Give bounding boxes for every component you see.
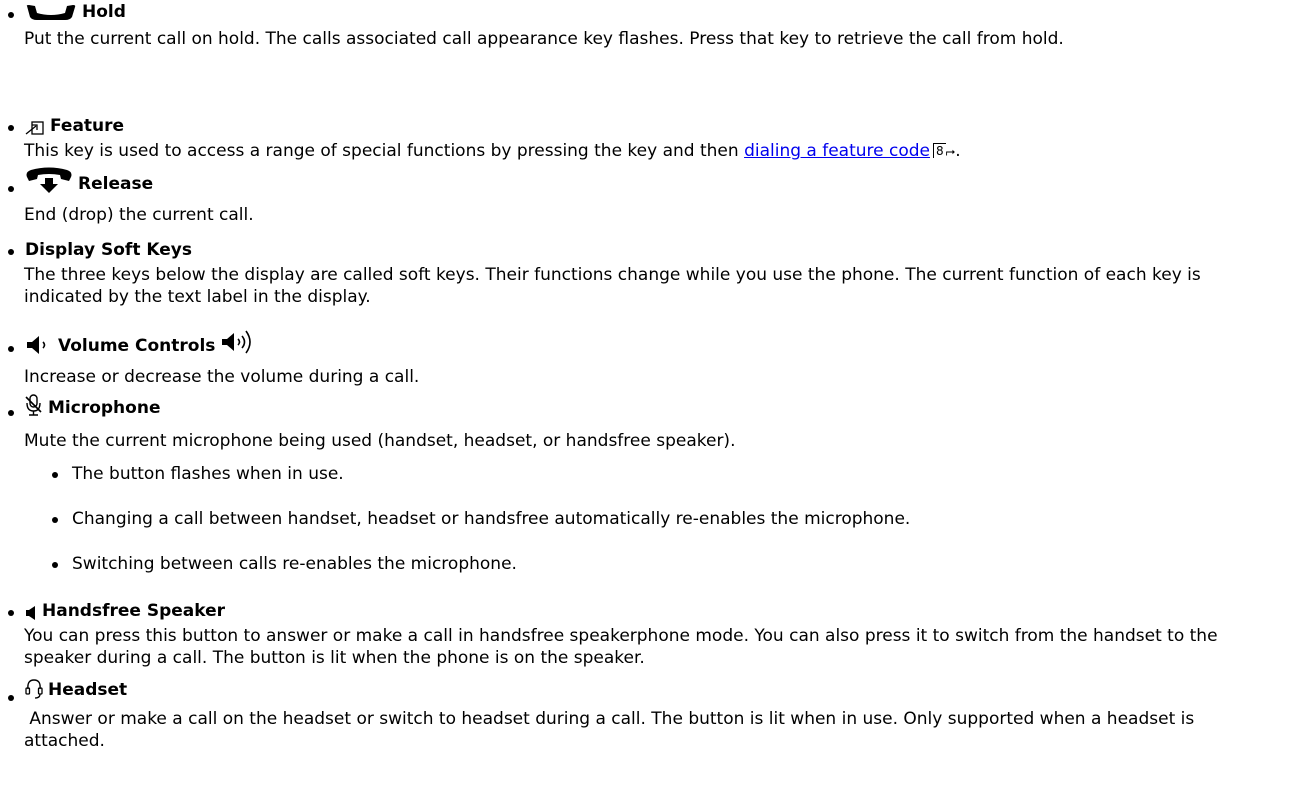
item-description: Mute the current microphone being used (… (24, 431, 736, 451)
item-title: Handsfree Speaker (42, 601, 226, 621)
item-description: Answer or make a call on the headset or … (24, 709, 1200, 751)
bullet (52, 517, 58, 523)
bullet (8, 125, 14, 131)
item-description: Increase or decrease the volume during a… (24, 367, 420, 387)
release-handset-icon (25, 166, 73, 194)
item-heading: Display Soft Keys (25, 240, 192, 260)
item-heading: Microphone (25, 394, 160, 418)
item-title: Volume Controls (58, 336, 216, 356)
bullet (52, 472, 58, 478)
item-heading: Handsfree Speaker (25, 601, 225, 621)
item-title: Hold (82, 2, 126, 22)
feature-arrow-icon (25, 120, 45, 136)
speaker-icon (25, 605, 37, 621)
bullet (8, 249, 14, 255)
item-title: Display Soft Keys (25, 240, 192, 260)
item-title: Release (78, 174, 154, 194)
item-heading: Volume Controls (25, 328, 256, 356)
hold-handset-icon (25, 4, 77, 22)
description-text: . (955, 141, 961, 161)
item-heading: Release (25, 166, 153, 194)
bullet (8, 12, 14, 18)
item-title: Feature (50, 116, 125, 136)
item-description: The three keys below the display are cal… (24, 265, 1201, 307)
bullet (8, 186, 14, 192)
item-heading: Feature (25, 116, 124, 136)
item-title: Headset (48, 680, 128, 700)
bullet (52, 562, 58, 568)
bullet (8, 410, 14, 416)
item-title: Microphone (48, 398, 161, 418)
item-description: Put the current call on hold. The calls … (24, 29, 1064, 49)
item-description: You can press this button to answer or m… (24, 626, 1218, 668)
item-description: This key is used to access a range of sp… (24, 140, 1274, 162)
item-heading: Hold (25, 2, 126, 22)
bullet (8, 610, 14, 616)
item-heading: Headset (25, 678, 127, 700)
page-reference[interactable]: 8 ⮣ (933, 140, 955, 162)
description-text: This key is used to access a range of sp… (24, 141, 745, 161)
volume-down-icon (25, 334, 53, 356)
sub-item-text: The button flashes when in use. (72, 464, 344, 484)
microphone-mute-icon (25, 394, 43, 418)
item-description: End (drop) the current call. (24, 205, 254, 225)
volume-up-icon (220, 328, 256, 356)
headset-icon (25, 678, 43, 700)
bullet (8, 346, 14, 352)
feature-code-link[interactable]: dialing a feature code (744, 141, 930, 161)
sub-item-text: Switching between calls re-enables the m… (72, 554, 517, 574)
bullet (8, 695, 14, 701)
sub-item-text: Changing a call between handset, headset… (72, 509, 911, 529)
